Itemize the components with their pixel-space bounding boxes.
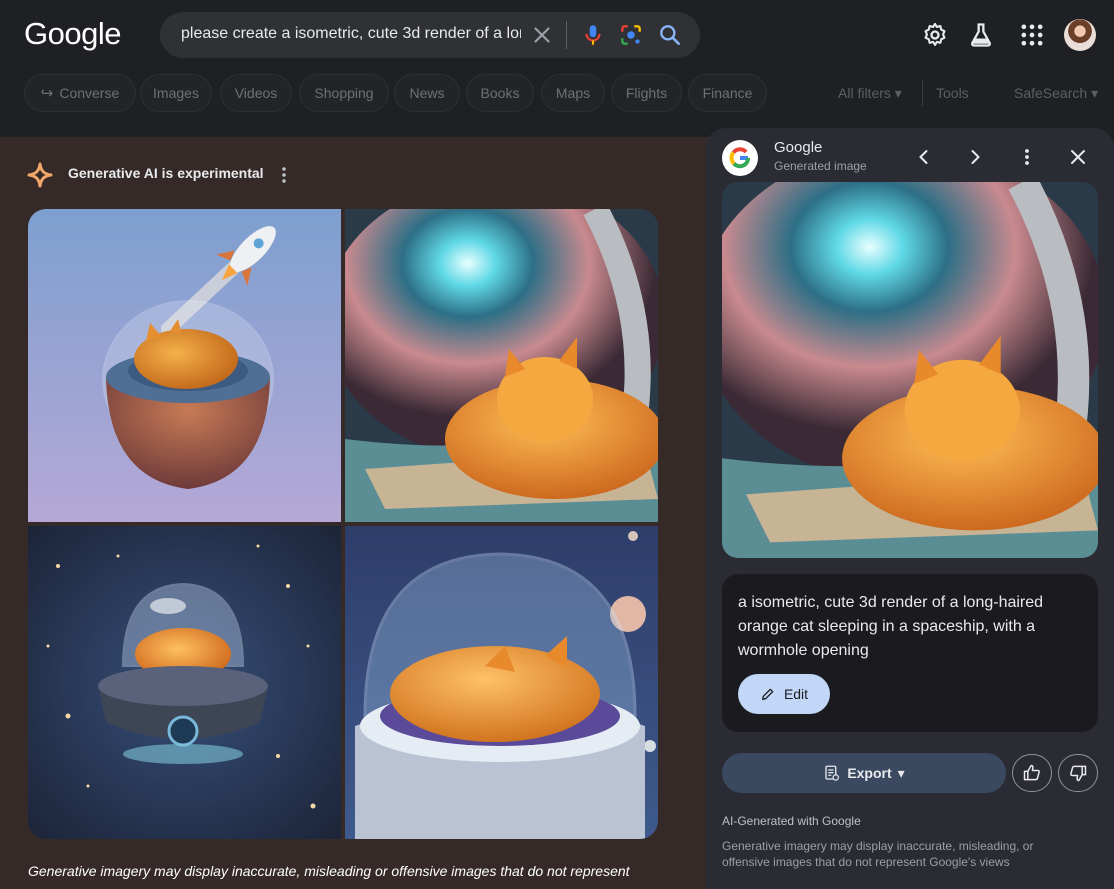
- safesearch-dropdown[interactable]: SafeSearch ▾: [1014, 85, 1098, 102]
- google-g-icon: [729, 147, 750, 169]
- ai-results-panel: Generative AI is experimental Generative…: [0, 137, 710, 889]
- search-divider: [566, 21, 567, 49]
- panel-subtitle: Generated image: [774, 159, 867, 173]
- chip-shopping[interactable]: Shopping: [299, 74, 389, 112]
- ai-generated-label: AI-Generated with Google: [722, 814, 861, 828]
- dropdown-arrow-icon: ▾: [897, 764, 905, 781]
- google-logo[interactable]: Google: [24, 16, 121, 52]
- dropdown-arrow-icon: ▾: [894, 85, 902, 101]
- google-g-logo: [722, 140, 758, 176]
- generated-image-3[interactable]: [28, 526, 341, 839]
- image-detail-panel: Google Generated image a isometric, cute: [706, 128, 1114, 889]
- chip-converse[interactable]: ↪ Converse: [24, 74, 136, 112]
- avatar[interactable]: [1064, 19, 1096, 51]
- pencil-icon: [761, 688, 774, 700]
- prompt-text: a isometric, cute 3d render of a long-ha…: [738, 594, 1044, 659]
- ai-disclaimer: Generative imagery may display inaccurat…: [28, 863, 630, 879]
- all-filters-dropdown[interactable]: All filters ▾: [838, 85, 902, 102]
- apps-icon[interactable]: [1018, 21, 1046, 49]
- more-vert-icon[interactable]: [1015, 145, 1039, 169]
- prompt-card: a isometric, cute 3d render of a long-ha…: [722, 574, 1098, 732]
- tools-button[interactable]: Tools: [936, 85, 969, 101]
- top-header: Google please create a isometric, cute 3…: [0, 0, 1114, 137]
- thumbs-up-icon: [1023, 764, 1040, 781]
- chip-finance[interactable]: Finance: [688, 74, 767, 112]
- ai-experimental-heading: Generative AI is experimental: [68, 165, 264, 181]
- chip-images[interactable]: Images: [140, 74, 212, 112]
- selected-generated-image[interactable]: [722, 182, 1098, 558]
- thumbs-up-button[interactable]: [1012, 754, 1052, 792]
- flask-icon[interactable]: [967, 21, 995, 49]
- filter-divider: [922, 80, 923, 106]
- chip-videos[interactable]: Videos: [220, 74, 292, 112]
- chevron-left-icon[interactable]: [912, 145, 936, 169]
- generated-image-grid: [28, 209, 658, 839]
- chevron-right-icon[interactable]: [963, 145, 987, 169]
- panel-title: Google: [774, 139, 823, 156]
- mic-icon[interactable]: [580, 22, 606, 48]
- search-input[interactable]: please create a isometric, cute 3d rende…: [181, 25, 521, 43]
- search-box[interactable]: please create a isometric, cute 3d rende…: [160, 12, 700, 58]
- thumbs-down-icon: [1070, 765, 1087, 782]
- chip-maps[interactable]: Maps: [541, 74, 605, 112]
- panel-disclaimer: Generative imagery may display inaccurat…: [722, 839, 1034, 869]
- dropdown-arrow-icon: ▾: [1091, 85, 1099, 101]
- chip-news[interactable]: News: [394, 74, 460, 112]
- generated-image-2[interactable]: [345, 209, 658, 522]
- more-vert-icon[interactable]: [276, 163, 292, 187]
- sparkle-icon: [27, 162, 53, 188]
- search-icon[interactable]: [657, 22, 683, 48]
- edit-button[interactable]: Edit: [738, 674, 830, 714]
- close-icon[interactable]: [1066, 145, 1090, 169]
- export-doc-icon: [825, 765, 840, 781]
- close-icon[interactable]: [529, 22, 555, 48]
- export-button[interactable]: Export ▾: [722, 753, 1006, 793]
- thumbs-down-button[interactable]: [1058, 754, 1098, 792]
- gear-icon[interactable]: [921, 21, 949, 49]
- chip-flights[interactable]: Flights: [611, 74, 682, 112]
- generated-image-4[interactable]: [345, 526, 658, 839]
- redirect-arrow-icon: ↪: [40, 85, 54, 102]
- lens-icon[interactable]: [618, 22, 644, 48]
- chip-books[interactable]: Books: [466, 74, 534, 112]
- generated-image-1[interactable]: [28, 209, 341, 522]
